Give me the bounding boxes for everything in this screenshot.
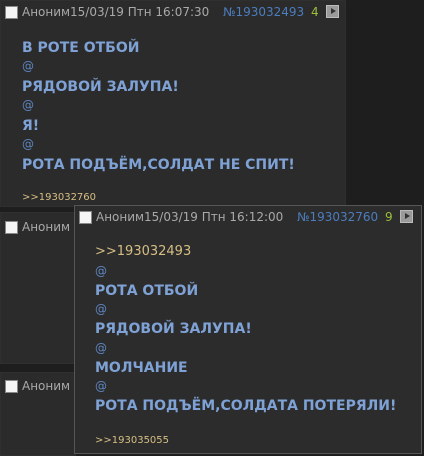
expand-icon[interactable] <box>326 5 339 18</box>
post-number[interactable]: №193032493 <box>223 5 304 19</box>
post-select-checkbox[interactable] <box>5 221 18 234</box>
post-line: @ <box>22 98 34 112</box>
post-line: @ <box>95 341 107 355</box>
poster-name: Аноним <box>22 220 71 234</box>
post-preview-popup: Аноним 15/03/19 Птн 16:12:00 №193032760 … <box>74 205 422 454</box>
post-header: Аноним 15/03/19 Птн 16:07:30 №193032493 … <box>1 1 345 25</box>
reply-link[interactable]: >>193032760 <box>22 192 96 203</box>
post-date: 15/03/19 Птн 16:07:30 <box>70 5 210 19</box>
reply-link[interactable]: >>193035055 <box>95 435 169 446</box>
post-line: @ <box>95 264 107 278</box>
poster-name: Аноним <box>22 379 71 393</box>
quote-link[interactable]: >>193032493 <box>95 244 191 259</box>
post-header: Аноним <box>1 213 75 237</box>
post-193032493: Аноним 15/03/19 Птн 16:07:30 №193032493 … <box>0 0 346 207</box>
post-line: РОТА ПОДЪЁМ,СОЛДАТА ПОТЕРЯЛИ! <box>95 398 397 414</box>
expand-icon[interactable] <box>400 210 413 223</box>
reply-count: 9 <box>385 210 393 224</box>
poster-name: Аноним <box>96 210 145 224</box>
post-line: РОТА ОТБОЙ <box>95 283 199 299</box>
post-line: МОЛЧАНИЕ <box>95 360 188 376</box>
post-date: 15/03/19 Птн 16:12:00 <box>144 210 284 224</box>
post-line: @ <box>95 379 107 393</box>
post-line: Я! <box>22 118 40 134</box>
post-select-checkbox[interactable] <box>5 6 18 19</box>
post-line: @ <box>22 137 34 151</box>
reply-count: 4 <box>311 5 319 19</box>
post-line: РЯДОВОЙ ЗАЛУПА! <box>95 321 252 337</box>
post-header: Аноним 15/03/19 Птн 16:12:00 №193032760 … <box>75 206 421 230</box>
post-number[interactable]: №193032760 <box>297 210 378 224</box>
post-header: Аноним <box>1 373 75 397</box>
post-line: @ <box>22 59 34 73</box>
post-line: РОТА ПОДЪЁМ,СОЛДАТ НЕ СПИТ! <box>22 157 295 173</box>
post-collapsed: Аноним <box>0 372 76 456</box>
post-line: В РОТЕ ОТБОЙ <box>22 40 140 56</box>
post-collapsed: Аноним <box>0 212 76 364</box>
post-line: @ <box>95 302 107 316</box>
poster-name: Аноним <box>22 5 71 19</box>
post-line: РЯДОВОЙ ЗАЛУПА! <box>22 79 179 95</box>
post-select-checkbox[interactable] <box>79 211 92 224</box>
post-select-checkbox[interactable] <box>5 380 18 393</box>
